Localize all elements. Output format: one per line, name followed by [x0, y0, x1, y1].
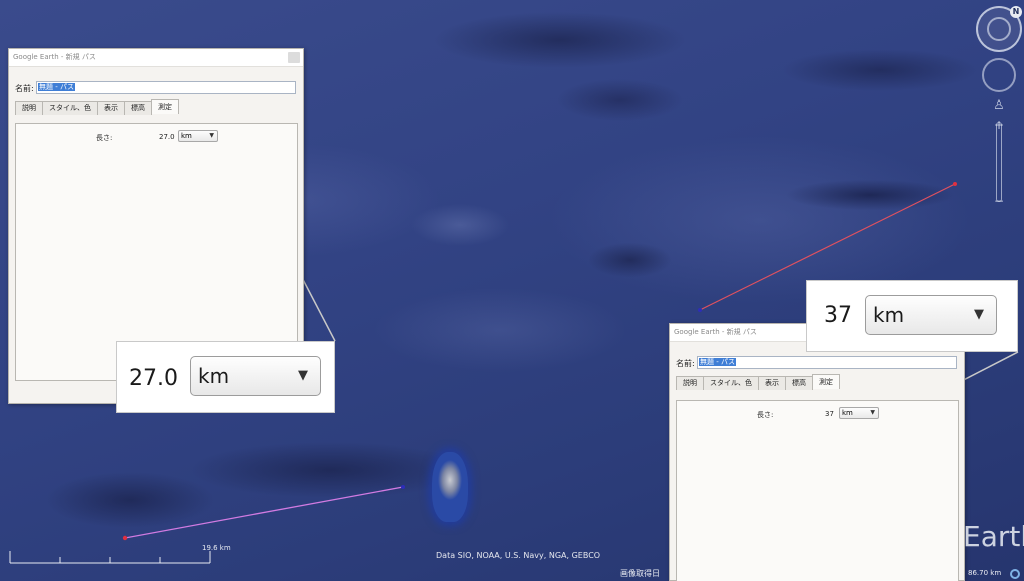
tab-style-color[interactable]: スタイル、色 — [703, 376, 759, 390]
chevron-down-icon: ▼ — [209, 132, 214, 139]
tab-view[interactable]: 表示 — [97, 101, 125, 115]
compass-icon[interactable]: N — [976, 6, 1022, 52]
dialog-title: Google Earth - 新規 パス — [674, 328, 757, 336]
name-field[interactable]: 無題 - パス — [36, 81, 296, 94]
zoom-callout-left: 27.0 km ▼ — [116, 341, 335, 413]
dialog-tabs: 説明 スタイル、色 表示 標高 測定 — [676, 374, 964, 390]
tab-description[interactable]: 説明 — [676, 376, 704, 390]
unit-select[interactable]: km ▼ — [839, 407, 879, 419]
name-field-value[interactable]: 無題 - パス — [699, 358, 736, 366]
name-label: 名前: — [15, 84, 34, 93]
path-lower-start-point[interactable] — [122, 535, 128, 541]
name-field-value[interactable]: 無題 - パス — [38, 83, 75, 91]
path-lower-end-point[interactable] — [401, 485, 405, 489]
tab-altitude[interactable]: 標高 — [124, 101, 152, 115]
callout-unit-value: km — [873, 303, 905, 327]
name-row: 名前: 無題 - パス — [9, 79, 303, 101]
callout-unit-select: km ▼ — [190, 356, 321, 396]
zoom-slider-icon[interactable] — [996, 122, 1002, 202]
tab-measurements[interactable]: 測定 — [812, 374, 840, 389]
tab-description[interactable]: 説明 — [15, 101, 43, 115]
streaming-status-icon — [1010, 569, 1020, 579]
unit-select-value: km — [181, 132, 192, 140]
unit-select-value: km — [842, 409, 853, 417]
name-field[interactable]: 無題 - パス — [697, 356, 957, 369]
new-path-dialog-right: Google Earth - 新規 パス 名前: 無題 - パス 説明 スタイル… — [669, 323, 965, 581]
dialog-title: Google Earth - 新規 パス — [13, 53, 96, 61]
tab-altitude[interactable]: 標高 — [785, 376, 813, 390]
tab-style-color[interactable]: スタイル、色 — [42, 101, 98, 115]
look-ring-icon[interactable] — [982, 58, 1016, 92]
dialog-titlebar[interactable]: Google Earth - 新規 パス — [9, 49, 303, 67]
chevron-down-icon: ▼ — [974, 307, 984, 322]
length-value: 37 — [825, 410, 834, 418]
callout-unit-select: km ▼ — [865, 295, 997, 335]
zoom-in-icon[interactable]: + — [992, 118, 1006, 132]
north-indicator[interactable]: N — [1010, 6, 1022, 18]
name-label: 名前: — [676, 359, 695, 368]
eye-altitude: 86.70 km — [968, 569, 1002, 577]
dialog-tabs: 説明 スタイル、色 表示 標高 測定 — [15, 99, 303, 115]
name-row: 名前: 無題 - パス — [670, 354, 964, 376]
length-label: 長さ: — [757, 411, 774, 419]
compass-inner-ring — [987, 17, 1011, 41]
length-value: 27.0 — [159, 133, 175, 141]
person-icon[interactable]: ♙ — [993, 98, 1005, 114]
data-attribution: Data SIO, NOAA, U.S. Navy, NGA, GEBCO — [436, 551, 601, 560]
scale-label: 19.6 km — [202, 544, 231, 552]
measure-path-lower[interactable] — [124, 486, 404, 539]
measurements-panel: 長さ: 37 km ▼ — [676, 400, 959, 581]
unit-select[interactable]: km ▼ — [178, 130, 218, 142]
callout-length-value: 37 — [824, 303, 852, 328]
zoom-callout-right: 37 km ▼ — [806, 280, 1018, 352]
callout-unit-value: km — [198, 364, 230, 388]
tab-measurements[interactable]: 測定 — [151, 99, 179, 114]
chevron-down-icon: ▼ — [298, 368, 308, 383]
callout-length-value: 27.0 — [129, 366, 178, 391]
path-upper-start-point[interactable] — [953, 182, 957, 186]
navigation-controls: N ♙ + − — [974, 4, 1024, 214]
imagery-date-label: 画像取得日 — [620, 569, 660, 578]
google-earth-logo: Earth — [963, 520, 1024, 553]
chevron-down-icon: ▼ — [870, 409, 875, 416]
zoom-out-icon[interactable]: − — [992, 194, 1006, 208]
close-icon[interactable] — [288, 52, 300, 63]
path-upper-end-point[interactable] — [698, 308, 702, 312]
tab-view[interactable]: 表示 — [758, 376, 786, 390]
length-label: 長さ: — [96, 134, 113, 142]
scale-bar: 19.6 km — [8, 544, 244, 564]
